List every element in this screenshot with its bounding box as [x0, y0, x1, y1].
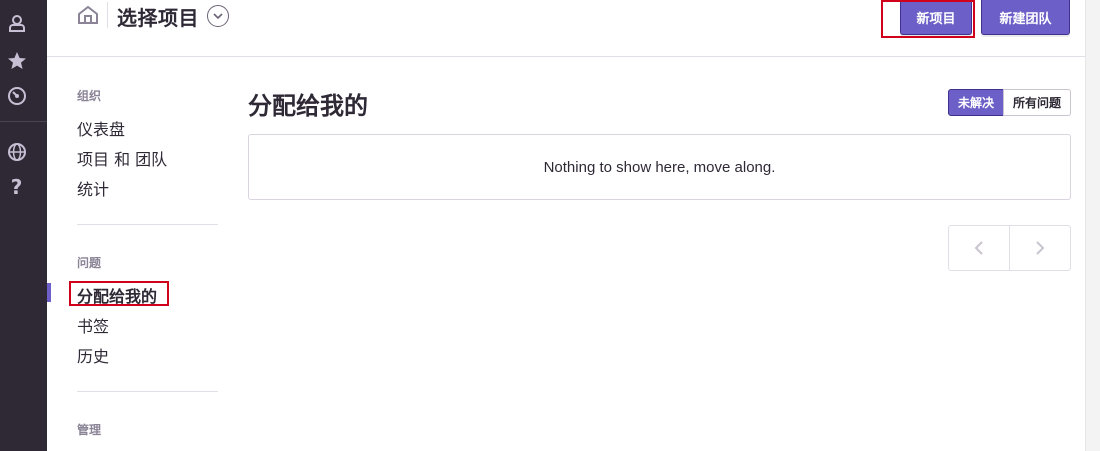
- activity-clock-icon[interactable]: [0, 83, 33, 109]
- top-header: 选择项目 新项目 新建团队: [47, 0, 1100, 57]
- filter-all-issues[interactable]: 所有问题: [1003, 89, 1071, 116]
- nav-divider: [77, 224, 218, 225]
- filter-unresolved[interactable]: 未解决: [948, 89, 1004, 116]
- sidebar-item-assigned-to-me[interactable]: 分配给我的: [77, 283, 157, 307]
- sidebar-item-history[interactable]: 历史: [77, 343, 109, 367]
- chevron-right-icon: [1036, 241, 1045, 255]
- empty-state-panel: Nothing to show here, move along.: [248, 134, 1071, 200]
- chevron-left-icon: [974, 241, 983, 255]
- new-project-button[interactable]: 新项目: [900, 0, 972, 35]
- active-marker: [47, 283, 51, 302]
- home-icon[interactable]: [76, 4, 100, 26]
- vertical-scrollbar[interactable]: [1085, 0, 1100, 451]
- app-rail: ?: [0, 0, 47, 451]
- rail-divider: [0, 121, 47, 122]
- sidebar-nav: 组织 仪表盘 项目 和 团队 统计 问题 分配给我的 书签 历史 管理: [47, 57, 247, 451]
- sidebar-item-projects-teams[interactable]: 项目 和 团队: [77, 146, 167, 170]
- sidebar-item-stats[interactable]: 统计: [77, 176, 109, 200]
- sidebar-item-dashboard[interactable]: 仪表盘: [77, 116, 125, 140]
- nav-heading-organization: 组织: [77, 89, 102, 103]
- next-page-button[interactable]: [1009, 226, 1070, 270]
- user-icon[interactable]: [0, 10, 33, 36]
- globe-icon[interactable]: [0, 139, 33, 165]
- chevron-down-icon[interactable]: [207, 5, 229, 27]
- new-team-button[interactable]: 新建团队: [981, 0, 1070, 35]
- help-icon[interactable]: ?: [0, 174, 33, 200]
- nav-heading-issues: 问题: [77, 256, 102, 270]
- project-selector-label[interactable]: 选择项目: [117, 2, 199, 31]
- header-divider: [107, 2, 108, 28]
- previous-page-button[interactable]: [949, 226, 1009, 270]
- empty-state-message: Nothing to show here, move along.: [543, 158, 776, 176]
- sidebar-item-bookmarks[interactable]: 书签: [77, 313, 109, 337]
- nav-divider: [77, 391, 218, 392]
- pagination: [948, 225, 1071, 271]
- page-title: 分配给我的: [248, 92, 368, 120]
- nav-heading-admin: 管理: [77, 423, 102, 437]
- star-icon[interactable]: [0, 48, 33, 74]
